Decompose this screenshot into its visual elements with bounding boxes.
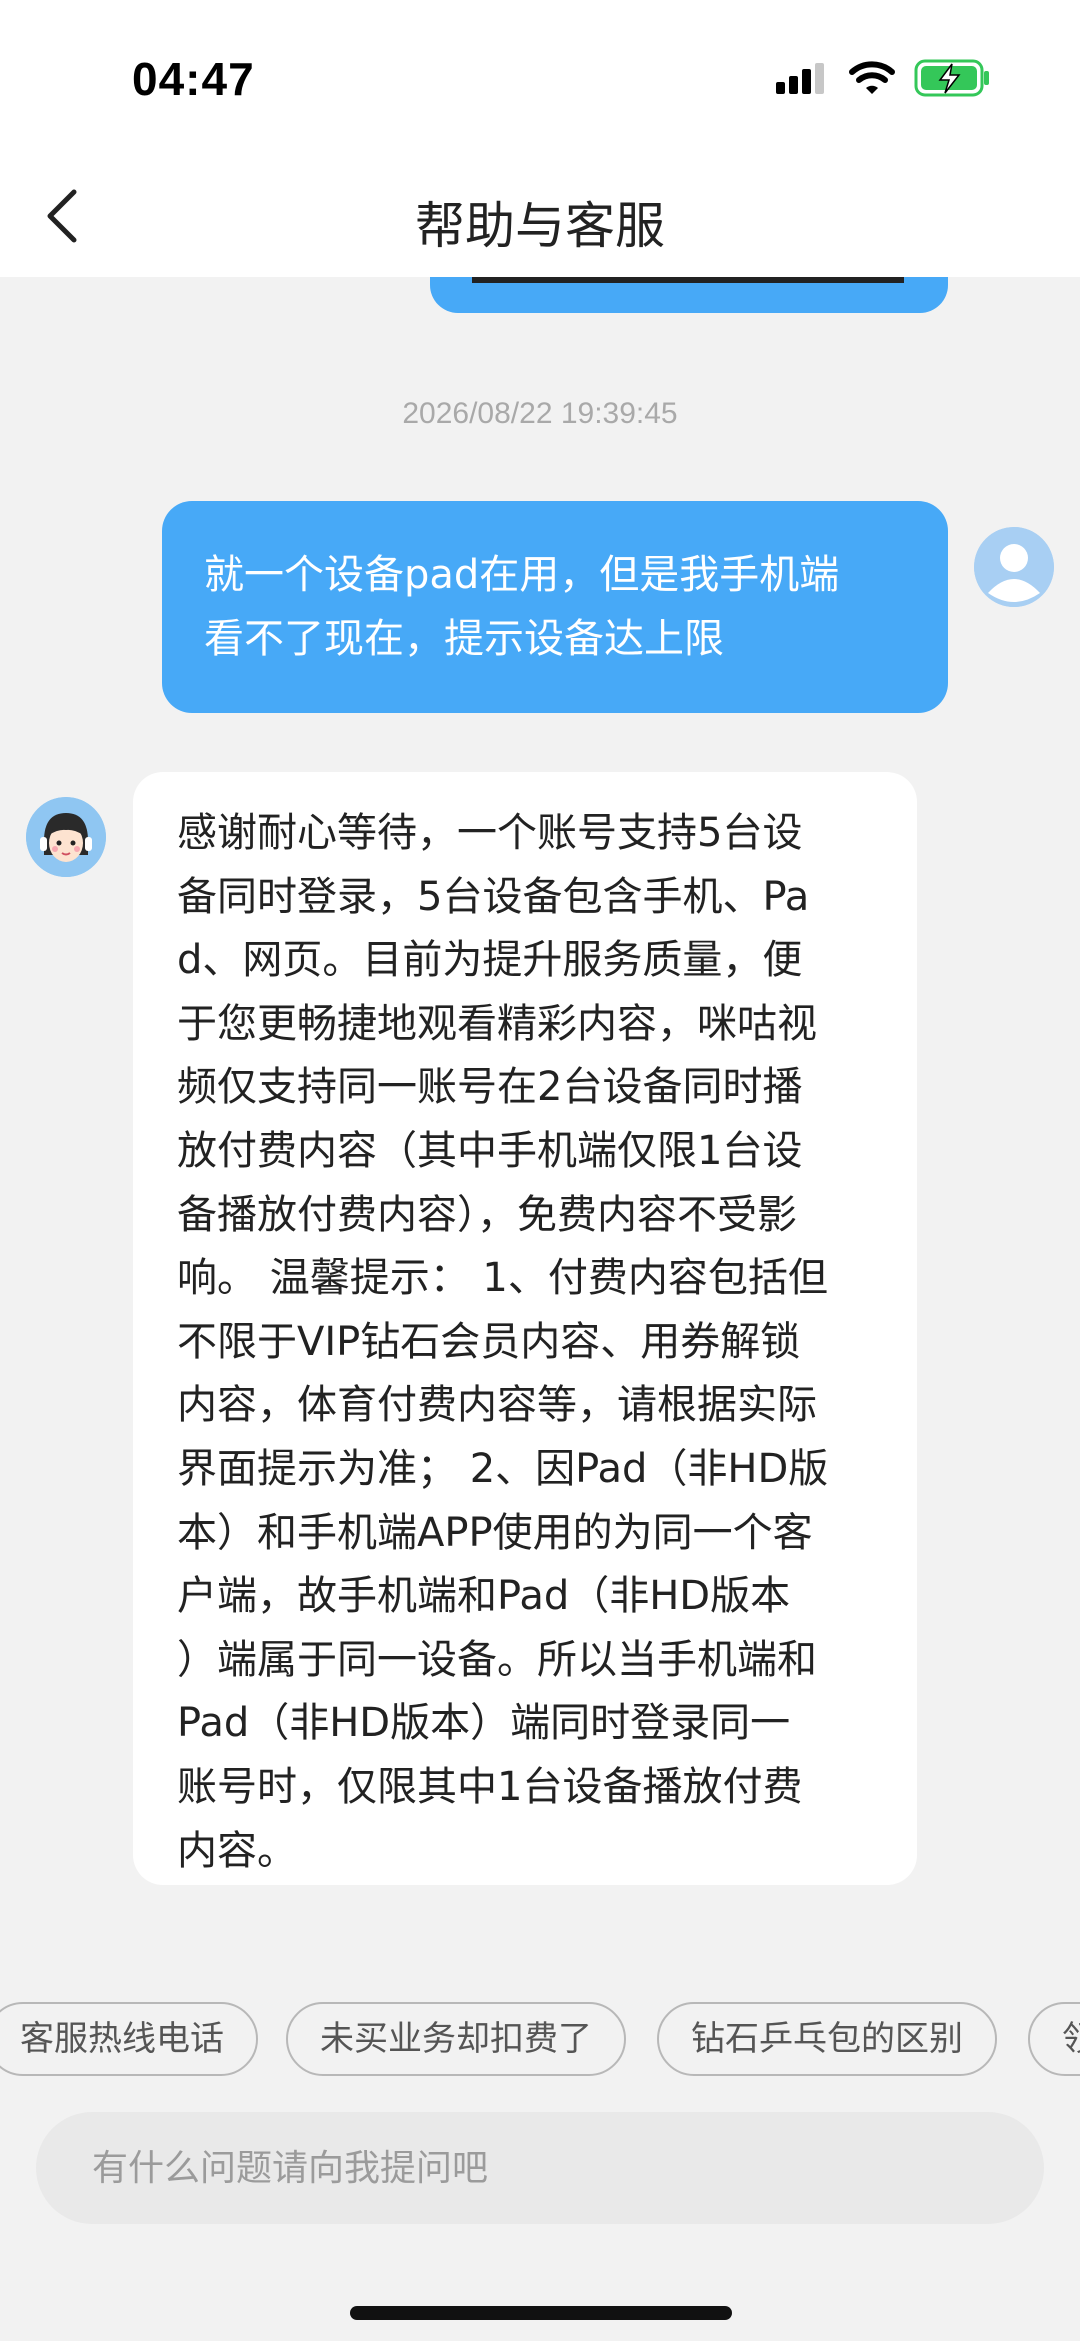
message-line: 内容。 [177,1827,297,1874]
message-line: ）端属于同一设备。所以当手机端和 [177,1636,817,1683]
page-title: 帮助与客服 [415,197,665,255]
agent-avatar-icon[interactable] [26,797,106,877]
wifi-icon [849,61,895,94]
message-line: Pad（非HD版本）端同时登录同一 [177,1700,791,1747]
message-line: 看不了现在，提示设备达上限 [204,616,724,662]
message-line: 界面提示为准； 2、因Pad（非HD版 [177,1445,829,1492]
status-time: 04:47 [132,53,255,105]
home-indicator [350,2306,732,2320]
message-line: 感谢耐心等待，一个账号支持5台设 [177,810,803,856]
message-line: 内容，体育付费内容等，请根据实际 [177,1382,817,1429]
quick-reply-chip[interactable]: 未买业务却扣费了 [286,2002,626,2076]
cellular-signal-icon [776,63,824,94]
chat-area[interactable]: 2026/08/22 19:39:45 就一个设备pad在用，但是我手机端 看不… [0,277,1080,1977]
message-line: 于您更畅捷地观看精彩内容，咪咕视 [177,1000,817,1047]
agent-message-bubble: 感谢耐心等待，一个账号支持5台设 备同时登录，5台设备包含手机、Pa d、网页。… [133,772,917,1885]
message-line: 响。 温馨提示： 1、付费内容包括但 [177,1255,828,1302]
quick-reply-chip[interactable]: 领 [1028,2002,1080,2076]
message-line: 就一个设备pad在用，但是我手机端 [204,552,840,598]
message-line: 本）和手机端APP使用的为同一个客 [177,1509,813,1556]
quick-reply-chip[interactable]: 客服热线电话 [0,2002,258,2076]
message-timestamp: 2026/08/22 19:39:45 [402,397,678,430]
message-line: d、网页。目前为提升服务质量，便 [177,937,803,984]
question-input[interactable] [36,2112,1044,2224]
message-line: 备播放付费内容），免费内容不受影 [177,1191,797,1238]
image-placeholder [472,277,904,283]
message-line: 放付费内容（其中手机端仅限1台设 [177,1127,803,1174]
user-message-bubble: 就一个设备pad在用，但是我手机端 看不了现在，提示设备达上限 [162,501,948,713]
message-line: 不限于VIP钻石会员内容、用券解锁 [177,1318,801,1365]
battery-charging-icon [914,59,989,97]
previous-user-bubble [430,277,948,313]
quick-reply-bar[interactable]: 客服热线电话 未买业务却扣费了 钻石乒乓包的区别 领 [0,1977,1080,2089]
user-avatar-icon[interactable] [974,527,1054,607]
top-bar: 04:47 帮助与客服 [0,0,1080,277]
message-line: 账号时，仅限其中1台设备播放付费 [177,1763,803,1810]
quick-reply-chip[interactable]: 钻石乒乓包的区别 [657,2002,997,2076]
message-line: 户端，故手机端和Pad（非HD版本 [177,1573,791,1620]
message-line: 备同时登录，5台设备包含手机、Pa [177,873,810,920]
message-line: 频仅支持同一账号在2台设备同时播 [177,1064,803,1111]
